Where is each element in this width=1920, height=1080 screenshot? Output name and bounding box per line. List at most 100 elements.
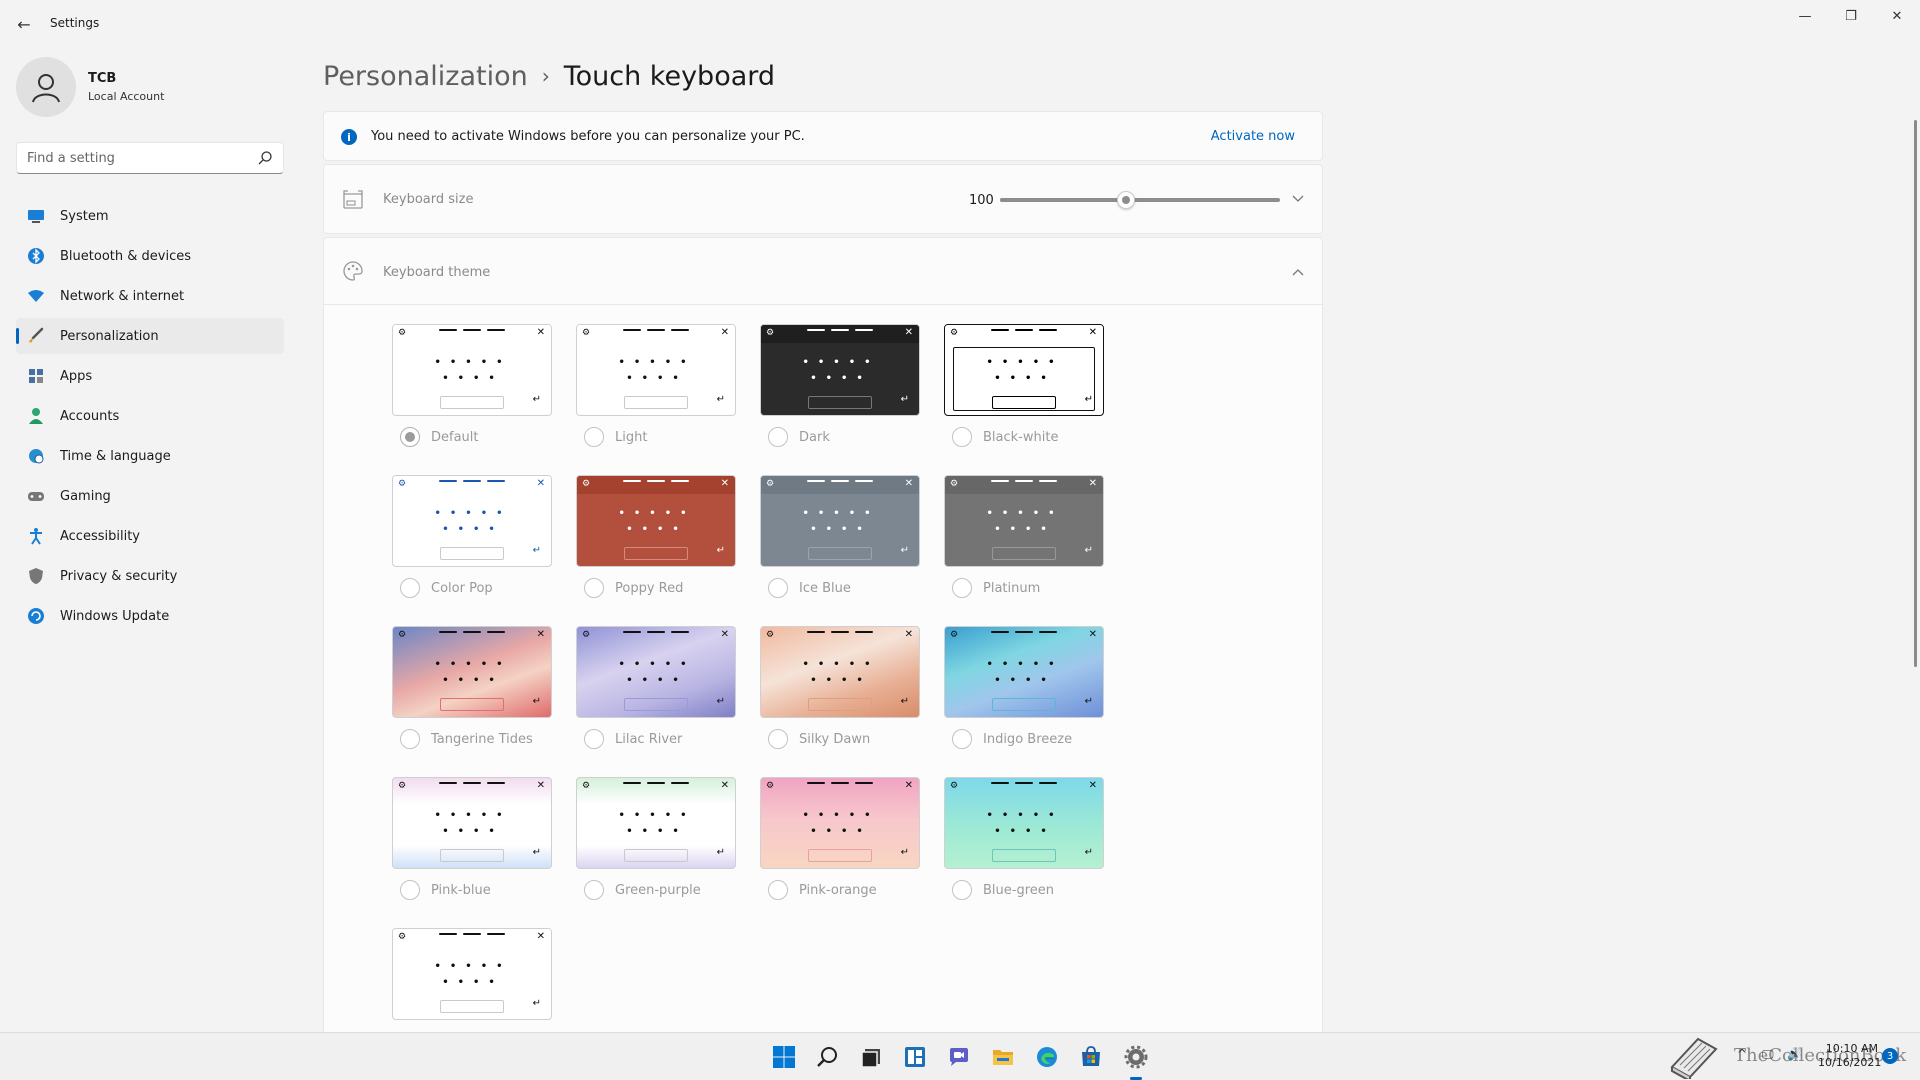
settings-icon[interactable] (1122, 1043, 1150, 1071)
theme-radio-button[interactable] (584, 729, 604, 749)
theme-radio-button[interactable] (400, 427, 420, 447)
theme-preview-silky-dawn[interactable]: ⚙ ✕ ••••• •••• ↵ (760, 626, 920, 718)
theme-option-ice-blue[interactable]: Ice Blue (768, 577, 851, 599)
theme-radio-button[interactable] (584, 427, 604, 447)
preview-key-row: ••••• (618, 357, 696, 368)
widgets-icon[interactable] (901, 1043, 929, 1071)
minimize-button[interactable]: — (1782, 0, 1828, 32)
theme-option-poppy-red[interactable]: Poppy Red (584, 577, 683, 599)
start-icon[interactable] (770, 1043, 798, 1071)
theme-option-silky-dawn[interactable]: Silky Dawn (768, 728, 870, 750)
theme-preview-light[interactable]: ⚙ ✕ ••••• •••• ↵ (576, 324, 736, 416)
breadcrumb-parent[interactable]: Personalization (323, 61, 528, 92)
sidebar-item-accessibility[interactable]: Accessibility (16, 518, 284, 554)
sidebar-item-accounts[interactable]: Accounts (16, 398, 284, 434)
theme-radio-button[interactable] (400, 729, 420, 749)
theme-option-label: Poppy Red (615, 580, 684, 596)
restore-button[interactable]: ❐ (1828, 0, 1874, 32)
keyboard-size-slider[interactable] (1000, 191, 1280, 209)
sidebar-item-privacy[interactable]: Privacy & security (16, 558, 284, 594)
theme-preview-default[interactable]: ⚙ ✕ ••••• •••• ↵ (392, 324, 552, 416)
theme-option-pink-blue[interactable]: Pink-blue (400, 879, 491, 901)
theme-option-black-white[interactable]: Black-white (952, 426, 1058, 448)
sidebar-item-network[interactable]: Network & internet (16, 278, 284, 314)
notification-badge[interactable]: 3 (1882, 1048, 1898, 1064)
preview-dash (671, 480, 689, 482)
sidebar-item-personalization[interactable]: Personalization (16, 318, 284, 354)
back-button[interactable]: ← (12, 10, 36, 38)
theme-preview-indigo-breeze[interactable]: ⚙ ✕ ••••• •••• ↵ (944, 626, 1104, 718)
sidebar-item-apps[interactable]: Apps (16, 358, 284, 394)
theme-preview-custom[interactable]: ⚙ ✕ ••••• •••• ↵ (392, 928, 552, 1020)
theme-preview-green-purple[interactable]: ⚙ ✕ ••••• •••• ↵ (576, 777, 736, 869)
theme-radio-button[interactable] (400, 578, 420, 598)
theme-preview-poppy-red[interactable]: ⚙ ✕ ••••• •••• ↵ (576, 475, 736, 567)
slider-thumb[interactable] (1117, 191, 1135, 209)
avatar[interactable] (16, 57, 76, 117)
theme-radio-button[interactable] (584, 578, 604, 598)
theme-radio-button[interactable] (952, 578, 972, 598)
network-icon[interactable]: 🖵 (1762, 1047, 1774, 1062)
theme-option-green-purple[interactable]: Green-purple (584, 879, 701, 901)
theme-option-label: Default (431, 429, 479, 445)
theme-option-dark[interactable]: Dark (768, 426, 830, 448)
preview-close-icon: ✕ (720, 629, 729, 640)
preview-key-row: ••••• (434, 961, 512, 972)
account-type: Local Account (88, 90, 165, 103)
theme-radio-button[interactable] (768, 880, 788, 900)
search-icon[interactable] (257, 150, 273, 166)
theme-option-light[interactable]: Light (584, 426, 647, 448)
theme-option-lilac-river[interactable]: Lilac River (584, 728, 682, 750)
theme-radio-button[interactable] (768, 578, 788, 598)
volume-icon[interactable]: 🔊 (1787, 1047, 1802, 1061)
theme-preview-color-pop[interactable]: ⚙ ✕ ••••• •••• ↵ (392, 475, 552, 567)
chat-icon[interactable] (945, 1043, 973, 1071)
theme-option-indigo-breeze[interactable]: Indigo Breeze (952, 728, 1072, 750)
search-input[interactable] (17, 143, 247, 173)
theme-preview-dark[interactable]: ⚙ ✕ ••••• •••• ↵ (760, 324, 920, 416)
activate-now-link[interactable]: Activate now (1211, 129, 1295, 144)
theme-option-platinum[interactable]: Platinum (952, 577, 1040, 599)
theme-radio-button[interactable] (952, 427, 972, 447)
theme-radio-button[interactable] (768, 427, 788, 447)
theme-preview-pink-orange[interactable]: ⚙ ✕ ••••• •••• ↵ (760, 777, 920, 869)
sidebar-item-gaming[interactable]: Gaming (16, 478, 284, 514)
theme-option-blue-green[interactable]: Blue-green (952, 879, 1054, 901)
keyboard-size-expand-button[interactable] (1288, 189, 1308, 209)
store-icon[interactable] (1077, 1043, 1105, 1071)
keyboard-theme-header[interactable]: Keyboard theme (324, 238, 1322, 305)
tray-chevron-icon[interactable]: ^ (1737, 1047, 1747, 1061)
sidebar-item-system[interactable]: System (16, 198, 284, 234)
edge-icon[interactable] (1033, 1043, 1061, 1071)
sidebar-item-windows-update[interactable]: Windows Update (16, 598, 284, 634)
theme-option-default[interactable]: Default (400, 426, 479, 448)
clock[interactable]: 10:10 AM 10/16/2021 (1818, 1042, 1881, 1070)
task-view-icon[interactable] (857, 1043, 885, 1071)
theme-option-pink-orange[interactable]: Pink-orange (768, 879, 877, 901)
theme-preview-platinum[interactable]: ⚙ ✕ ••••• •••• ↵ (944, 475, 1104, 567)
theme-option-tangerine-tides[interactable]: Tangerine Tides (400, 728, 533, 750)
theme-option-color-pop[interactable]: Color Pop (400, 577, 493, 599)
close-button[interactable]: ✕ (1874, 0, 1920, 32)
theme-radio-button[interactable] (952, 729, 972, 749)
preview-key-row: ••••• (802, 508, 880, 519)
file-explorer-icon[interactable] (989, 1043, 1017, 1071)
theme-preview-black-white[interactable]: ⚙ ✕ ••••• •••• ↵ (944, 324, 1104, 416)
shield-icon (26, 566, 46, 586)
page-scrollbar[interactable] (1914, 120, 1917, 667)
theme-preview-ice-blue[interactable]: ⚙ ✕ ••••• •••• ↵ (760, 475, 920, 567)
sidebar-item-time-language[interactable]: Time & language (16, 438, 284, 474)
theme-radio-button[interactable] (952, 880, 972, 900)
theme-preview-tangerine-tides[interactable]: ⚙ ✕ ••••• •••• ↵ (392, 626, 552, 718)
theme-radio-button[interactable] (768, 729, 788, 749)
theme-preview-lilac-river[interactable]: ⚙ ✕ ••••• •••• ↵ (576, 626, 736, 718)
keyboard-theme-collapse-button[interactable] (1288, 262, 1308, 282)
theme-radio-button[interactable] (400, 880, 420, 900)
preview-spacebar (992, 849, 1056, 862)
theme-preview-blue-green[interactable]: ⚙ ✕ ••••• •••• ↵ (944, 777, 1104, 869)
globe-clock-icon (26, 446, 46, 466)
theme-radio-button[interactable] (584, 880, 604, 900)
theme-preview-pink-blue[interactable]: ⚙ ✕ ••••• •••• ↵ (392, 777, 552, 869)
sidebar-item-bluetooth[interactable]: Bluetooth & devices (16, 238, 284, 274)
search-icon[interactable] (814, 1043, 842, 1071)
